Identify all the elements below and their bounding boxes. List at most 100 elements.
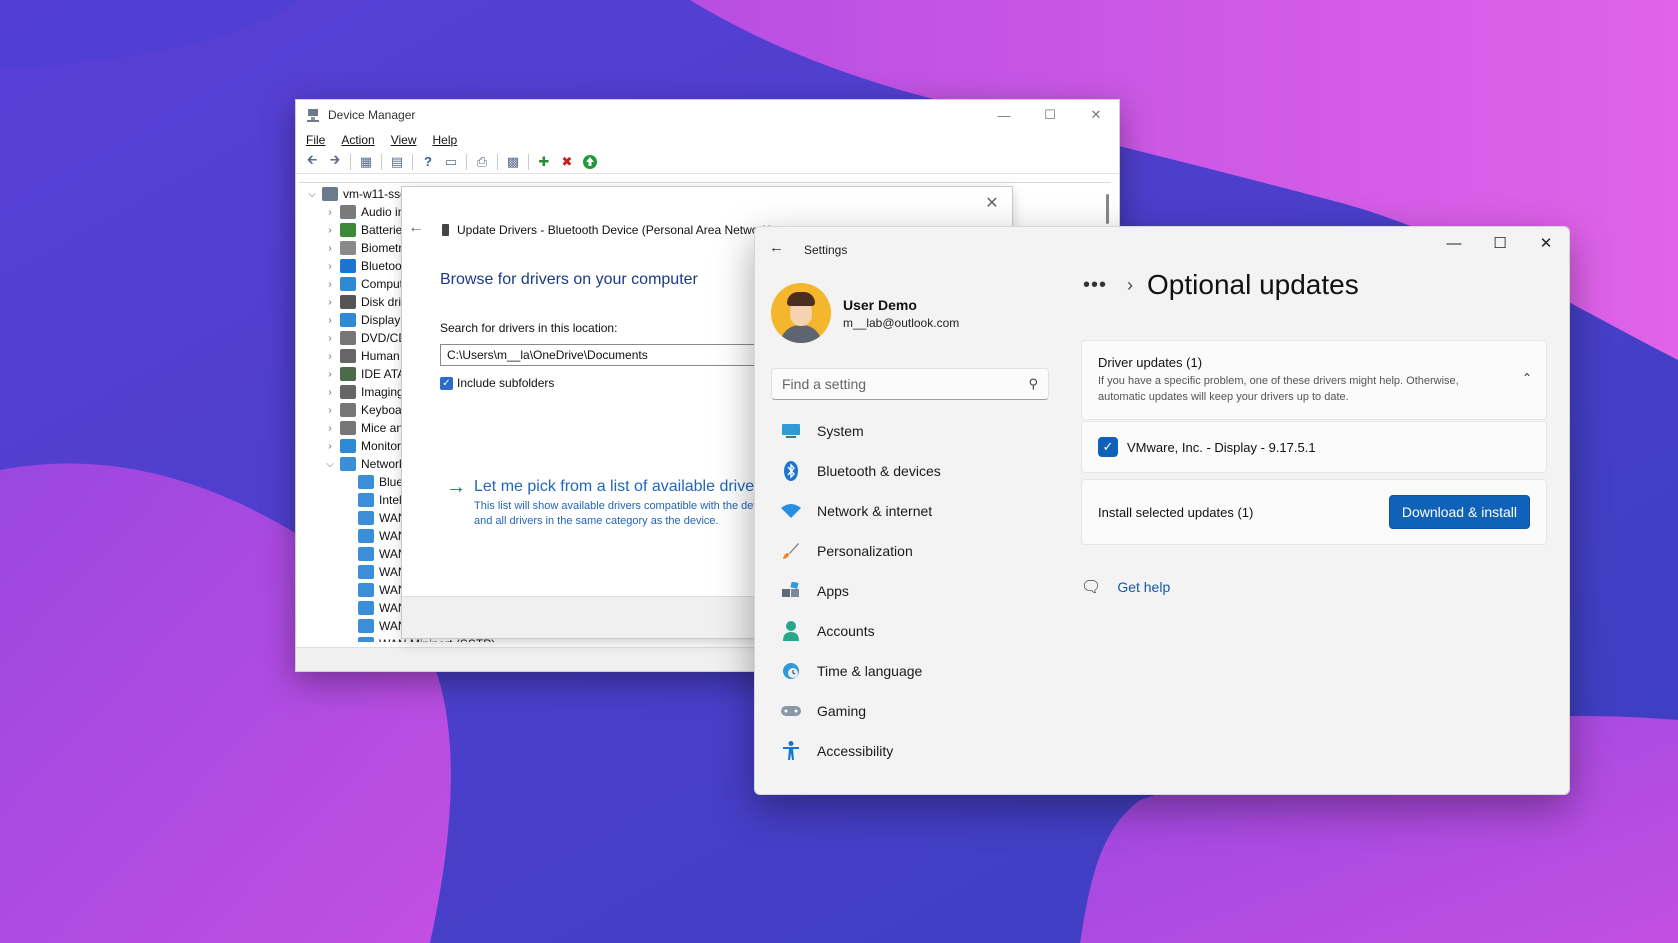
chevron-right-icon[interactable]: › (323, 297, 337, 308)
nav-item-bluetooth[interactable]: Bluetooth & devices (771, 451, 1049, 491)
dialog-close-icon[interactable]: ✕ (980, 191, 1004, 215)
show-hide-tree-icon[interactable]: ▦ (356, 153, 376, 171)
accessibility-icon (781, 741, 801, 761)
toolbar-divider (381, 153, 382, 170)
install-card: Install selected updates (1) Download & … (1081, 479, 1547, 545)
menu-help[interactable]: Help (433, 133, 458, 147)
chevron-right-icon[interactable]: › (323, 225, 337, 236)
checkbox-checked-icon[interactable]: ✓ (440, 376, 453, 390)
pick-driver-description: This list will show available drivers co… (474, 500, 777, 527)
toolbar-divider (412, 153, 413, 170)
properties-icon[interactable]: ▤ (387, 153, 407, 171)
add-driver-icon[interactable]: ✚ (534, 153, 554, 171)
include-subfolders-label: Include subfolders (457, 376, 555, 390)
monitor-icon[interactable]: ▩ (503, 153, 523, 171)
driver-updates-description: If you have a specific problem, one of t… (1098, 375, 1459, 403)
user-profile[interactable]: User Demo m__lab@outlook.com (771, 283, 959, 343)
controller-icon (340, 367, 356, 381)
chevron-down-icon[interactable]: ⌵ (305, 189, 319, 200)
nav-label: Gaming (817, 703, 867, 719)
apps-icon (781, 581, 801, 601)
minimize-button[interactable]: — (981, 100, 1027, 130)
wifi-icon (781, 501, 801, 521)
help-icon[interactable]: ? (418, 153, 438, 171)
driver-update-item[interactable]: ✓ VMware, Inc. - Display - 9.17.5.1 (1081, 421, 1547, 473)
nav-label: Personalization (817, 543, 913, 559)
download-install-button[interactable]: Download & install (1388, 495, 1530, 529)
nav-label: Time & language (817, 663, 923, 679)
chevron-down-icon[interactable]: ⌵ (323, 459, 337, 470)
chevron-right-icon[interactable]: › (323, 243, 337, 254)
network-icon (358, 475, 374, 489)
chevron-right-icon[interactable]: › (323, 261, 337, 272)
chevron-right-icon[interactable]: › (323, 405, 337, 416)
nav-label: Accessibility (817, 743, 894, 759)
chevron-right-icon[interactable]: › (323, 387, 337, 398)
chevron-up-icon[interactable]: ⌃ (1522, 371, 1532, 385)
chevron-right-icon[interactable]: › (323, 369, 337, 380)
search-icon: ⚲ (1028, 376, 1038, 391)
back-arrow-icon[interactable]: 🡰 (302, 152, 322, 171)
nav-item-gaming[interactable]: Gaming (771, 691, 1049, 731)
toolbar: 🡰 🡲 ▦ ▤ ? ▭ ⎙ ▩ ✚ ✖ (296, 150, 1119, 174)
settings-search-input[interactable]: Find a setting ⚲ (771, 368, 1049, 400)
settings-minimize-button[interactable]: — (1431, 227, 1477, 259)
system-icon (781, 421, 801, 441)
menu-view[interactable]: View (391, 133, 417, 147)
chevron-right-icon[interactable]: › (323, 351, 337, 362)
toolbar-divider (497, 153, 498, 170)
nav-item-apps[interactable]: Apps (771, 571, 1049, 611)
search-placeholder: Find a setting (782, 376, 867, 392)
audio-icon (340, 205, 356, 219)
help-chat-icon: 🗨 (1081, 579, 1102, 596)
hid-icon (340, 349, 356, 363)
device-manager-title: Device Manager (328, 108, 416, 122)
uninstall-icon[interactable]: ✖ (557, 153, 577, 171)
network-icon (358, 619, 374, 633)
nav-label: System (817, 423, 864, 439)
gamepad-icon (781, 701, 801, 721)
nav-item-system[interactable]: System (771, 411, 1049, 451)
right-arrow-icon: → (446, 476, 466, 498)
network-icon (340, 457, 356, 471)
display-icon (340, 313, 356, 327)
chevron-right-icon[interactable]: › (323, 315, 337, 326)
nav-item-personalization[interactable]: Personalization (771, 531, 1049, 571)
checkbox-checked-icon[interactable]: ✓ (1098, 437, 1118, 457)
settings-back-icon[interactable]: ← (769, 239, 784, 256)
nav-item-network[interactable]: Network & internet (771, 491, 1049, 531)
scrollbar-thumb[interactable] (1106, 194, 1109, 224)
get-help-label[interactable]: Get help (1117, 579, 1170, 595)
install-selected-label: Install selected updates (1) (1098, 504, 1254, 520)
driver-item-label: VMware, Inc. - Display - 9.17.5.1 (1127, 439, 1316, 455)
network-icon (358, 529, 374, 543)
chevron-right-icon[interactable]: › (323, 279, 337, 290)
user-name: User Demo (843, 296, 917, 313)
nav-label: Network & internet (817, 503, 933, 519)
maximize-button[interactable]: ☐ (1027, 100, 1073, 130)
console-icon[interactable]: ▭ (441, 153, 461, 171)
menu-action[interactable]: Action (341, 133, 374, 147)
chevron-right-icon[interactable]: › (323, 441, 337, 452)
search-location-label: Search for drivers in this location: (440, 321, 618, 335)
nav-item-time-language[interactable]: Time & language (771, 651, 1049, 691)
more-icon[interactable]: ••• (1083, 274, 1107, 297)
menu-file[interactable]: File (306, 133, 325, 147)
chevron-right-icon[interactable]: › (323, 423, 337, 434)
print-icon[interactable]: ⎙ (472, 153, 492, 171)
chevron-right-icon[interactable]: › (323, 333, 337, 344)
dialog-back-icon[interactable]: ← (408, 219, 424, 237)
chevron-right-icon[interactable]: › (323, 207, 337, 218)
get-help-link[interactable]: 🗨 Get help (1081, 577, 1170, 597)
settings-close-button[interactable]: ✕ (1523, 227, 1569, 259)
settings-titlebar[interactable]: ← Settings — ☐ ✕ (755, 227, 1569, 269)
settings-maximize-button[interactable]: ☐ (1477, 227, 1523, 259)
nav-item-accounts[interactable]: Accounts (771, 611, 1049, 651)
settings-title: Settings (804, 243, 848, 257)
driver-updates-card[interactable]: Driver updates (1) If you have a specifi… (1081, 340, 1547, 420)
close-button[interactable]: ✕ (1073, 100, 1119, 130)
include-subfolders-checkbox[interactable]: ✓ Include subfolders (440, 376, 554, 390)
forward-arrow-icon[interactable]: 🡲 (325, 152, 345, 171)
nav-item-accessibility[interactable]: Accessibility (771, 731, 1049, 771)
update-driver-icon[interactable] (580, 153, 600, 171)
